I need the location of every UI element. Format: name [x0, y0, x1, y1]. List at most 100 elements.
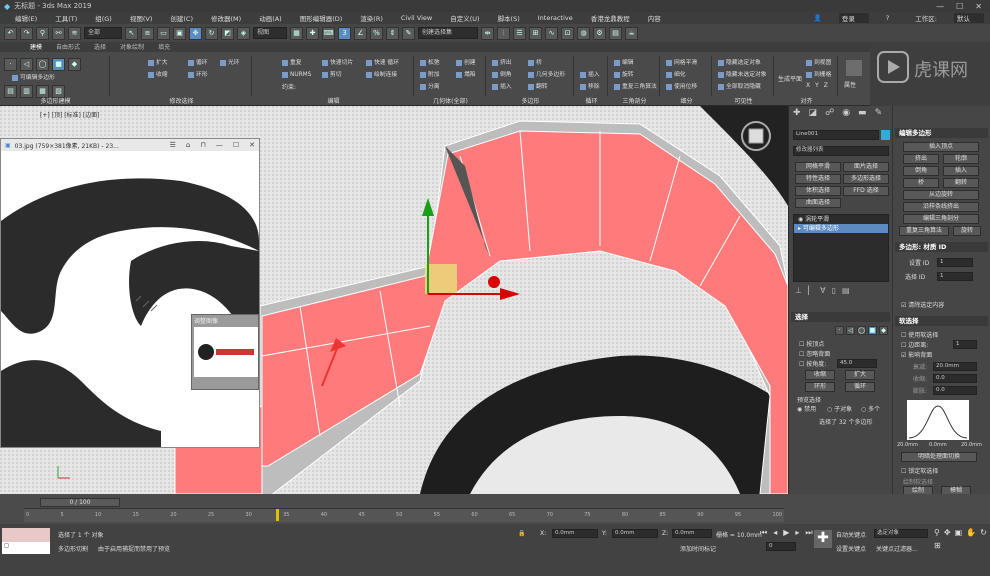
snap-toggle-icon[interactable]: 3 — [338, 26, 351, 40]
tab-freeform[interactable]: 自由形式 — [56, 42, 80, 52]
help-icon[interactable]: ? — [877, 14, 898, 22]
pan-icon[interactable]: ✋ — [966, 528, 976, 537]
menu-rendering[interactable]: 渲染(R) — [351, 13, 392, 23]
retriangulate-button[interactable]: 重复三角算法 — [614, 82, 657, 93]
use-displacement-button[interactable]: 使用位移 — [666, 82, 697, 93]
edge-mode-icon[interactable]: ◁ — [846, 326, 855, 335]
image-viewer-titlebar[interactable]: ▣ 03.jpg (759×381像素, 21KB) - 23... ☰ ⌂ ⊓… — [1, 139, 259, 151]
editable-poly-label[interactable]: 可编辑多边形 — [2, 73, 109, 84]
maximize-button[interactable]: ☐ — [956, 2, 963, 11]
geopoly-button[interactable]: 几何多边形 — [528, 70, 565, 81]
remove-loop-button[interactable]: 移除 — [580, 82, 600, 93]
selection-filter-dropdown[interactable]: 全部 — [84, 27, 122, 39]
share-icon[interactable]: ⌂ — [186, 141, 190, 149]
field-of-view-icon[interactable]: ▣ — [955, 528, 963, 537]
minimize-icon[interactable]: — — [216, 141, 223, 149]
layer-icon[interactable]: ☰ — [513, 26, 526, 40]
retriangulate-poly-button[interactable]: 重复三角算法 — [899, 226, 949, 236]
redo-icon[interactable]: ↷ — [20, 26, 33, 40]
named-selection-dropdown[interactable]: 创建选择集 — [418, 27, 478, 39]
border-mode-icon[interactable]: ◯ — [857, 326, 866, 335]
menu-create[interactable]: 创建(C) — [161, 13, 202, 23]
by-vertex-checkbox[interactable]: ☐ 按顶点 — [799, 339, 824, 348]
pinch-spinner[interactable]: 0.0 — [933, 374, 977, 383]
ring-sel-button[interactable]: 环形 — [805, 382, 835, 392]
goto-start-icon[interactable]: ⏮ — [760, 528, 767, 538]
loop-button[interactable]: 循环 — [188, 58, 208, 69]
angle-spinner[interactable]: 45.0 — [837, 359, 877, 368]
pin-stack-icon[interactable]: ⊥ — [795, 286, 802, 295]
object-color-swatch[interactable] — [881, 130, 890, 140]
z-coord-field[interactable]: 0.0mm — [672, 529, 712, 538]
insert-loop-button[interactable]: 插入 — [580, 70, 600, 81]
minimize-button[interactable]: — — [936, 2, 944, 11]
image-viewer-window[interactable]: ▣ 03.jpg (759×381像素, 21KB) - 23... ☰ ⌂ ⊓… — [0, 138, 260, 448]
maximize-icon[interactable]: ☐ — [233, 141, 239, 149]
preview-subobj-radio[interactable]: ○ 子对象 — [827, 404, 852, 413]
element-mode-icon[interactable]: ◆ — [879, 326, 888, 335]
gizmo-plane[interactable] — [425, 264, 457, 294]
selected-dropdown[interactable]: 选定对象 — [874, 529, 928, 538]
autokey-button[interactable]: 自动关键点 — [836, 530, 866, 539]
maximize-viewport-icon[interactable]: ⊞ — [934, 541, 941, 550]
select-manipulate-icon[interactable]: ✚ — [306, 26, 319, 40]
modifier-list-dropdown[interactable]: 修改器列表 — [793, 146, 889, 156]
meshsmooth-button[interactable]: 网格平滑 — [666, 58, 697, 69]
align-icon[interactable]: ⫶ — [497, 26, 510, 40]
schematic-icon[interactable]: ⊡ — [561, 26, 574, 40]
hinge-from-edge-button[interactable]: 从边旋转 — [903, 190, 979, 200]
bridge-button[interactable]: 桥 — [528, 58, 542, 69]
create-tab-icon[interactable]: ✚ — [793, 108, 801, 118]
repeat-button[interactable]: 重复 — [282, 58, 302, 69]
track-bar[interactable]: 0 5 10 15 20 25 30 35 40 45 50 55 60 65 70 75 80 85 90 95 10… — [24, 508, 784, 522]
object-name-field[interactable]: Line001 — [793, 130, 879, 140]
hierarchy-tab-icon[interactable]: ☍ — [825, 108, 834, 118]
edit-triangulation-button[interactable]: 编辑三角剖分 — [903, 214, 979, 224]
extrude-button[interactable]: 挤出 — [492, 58, 512, 69]
border-icon[interactable]: ◯ — [36, 58, 49, 71]
create-button[interactable]: 创建 — [456, 58, 476, 69]
inset-poly-button[interactable]: 插入 — [943, 166, 979, 176]
menu-scripting[interactable]: 脚本(S) — [489, 13, 529, 23]
insert-vertex-button[interactable]: 插入顶点 — [903, 142, 979, 152]
polygon-mode-icon[interactable]: ■ — [868, 326, 877, 335]
turn-button[interactable]: 旋转 — [614, 70, 634, 81]
spinner-snap-icon[interactable]: ⇕ — [386, 26, 399, 40]
mirror-icon[interactable]: ⇹ — [481, 26, 494, 40]
angle-snap-icon[interactable]: ∠ — [354, 26, 367, 40]
menu-modifiers[interactable]: 修改器(M) — [202, 13, 250, 23]
align-x-button[interactable]: X — [806, 82, 810, 89]
quickslice-button[interactable]: 快速切片 — [322, 58, 353, 69]
bridge-poly-button[interactable]: 桥 — [903, 178, 939, 188]
utilities-tab-icon[interactable]: ✎ — [875, 108, 883, 118]
tab-selection[interactable]: 选择 — [94, 42, 106, 52]
render-icon[interactable]: ☕ — [625, 26, 638, 40]
current-frame-field[interactable]: 0 — [766, 542, 796, 551]
edit-polygons-title[interactable]: 编辑多边形 — [895, 128, 988, 138]
vol-select-button[interactable]: 体积选择 — [795, 186, 841, 196]
place-icon[interactable]: ◈ — [237, 26, 250, 40]
edge-distance-spinner[interactable]: 1 — [953, 340, 977, 349]
bubble-spinner[interactable]: 0.0 — [933, 386, 977, 395]
extrude-poly-button[interactable]: 挤出 — [903, 154, 939, 164]
scale-icon[interactable]: ◩ — [221, 26, 234, 40]
stack-item-turbosmooth[interactable]: ◉ 涡轮平滑 — [794, 215, 888, 224]
adjust-image-window[interactable]: 调整图像 — [191, 314, 259, 390]
undo-icon[interactable]: ↶ — [4, 26, 17, 40]
hide-unselected-button[interactable]: 隐藏未选定对象 — [718, 70, 767, 81]
vertex-mode-icon[interactable]: · — [835, 326, 844, 335]
meshsmooth-mod-button[interactable]: 网格平滑 — [795, 162, 841, 172]
preview-multi-radio[interactable]: ○ 多个 — [861, 404, 880, 413]
make-unique-icon[interactable]: ∀ — [820, 286, 825, 295]
patch-select-button[interactable]: 面片选择 — [843, 162, 889, 172]
collapse-button[interactable]: 塌陷 — [456, 70, 476, 81]
hide-selected-button[interactable]: 隐藏选定对象 — [718, 58, 761, 69]
orbit-icon[interactable]: ↻ — [980, 528, 987, 537]
ring-button[interactable]: 环形 — [188, 70, 208, 81]
modify-tab-icon[interactable]: ◪ — [809, 108, 818, 118]
close-icon[interactable]: ✕ — [249, 141, 255, 149]
display-tab-icon[interactable]: ▬ — [858, 108, 867, 118]
set-id-spinner[interactable]: 1 — [937, 258, 973, 267]
percent-snap-icon[interactable]: % — [370, 26, 383, 40]
align-y-button[interactable]: Y — [815, 82, 819, 89]
